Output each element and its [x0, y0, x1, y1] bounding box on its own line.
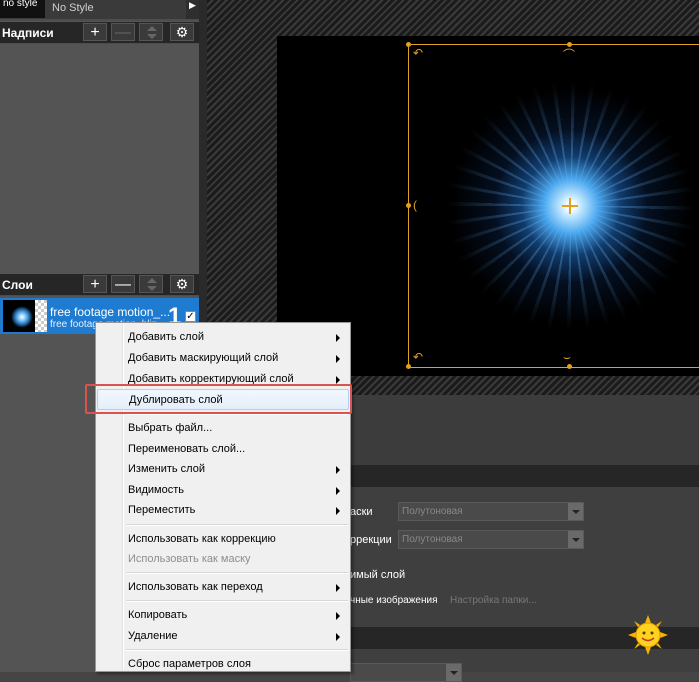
transparency-checker	[35, 300, 47, 332]
menu-item[interactable]: Использовать как коррекцию	[97, 529, 349, 550]
submenu-arrow-icon	[336, 376, 340, 384]
captions-settings-gear-icon[interactable]: ⚙	[170, 23, 194, 41]
menu-separator	[126, 649, 348, 651]
sun-emoticon-icon	[628, 615, 668, 655]
menu-item[interactable]: Копировать	[97, 605, 349, 626]
menu-item-label: Копировать	[128, 609, 188, 621]
menu-item[interactable]: Выбрать файл...	[97, 418, 349, 439]
correction-dropdown[interactable]: Полутоновая	[398, 530, 584, 549]
style-bar[interactable]: no style No Style ▶	[0, 0, 199, 19]
menu-item-label: Добавить маскирующий слой	[128, 352, 279, 364]
menu-item[interactable]: Добавить слой	[97, 327, 349, 348]
resize-handle-left[interactable]	[406, 203, 411, 208]
chevron-down-icon[interactable]	[568, 503, 583, 520]
menu-item: Использовать как маску	[97, 549, 349, 570]
correction-dropdown-value: Полутоновая	[402, 534, 463, 545]
style-thumbnail[interactable]: no style	[0, 0, 45, 18]
layers-title: Слои	[2, 278, 33, 292]
menu-separator	[126, 572, 348, 574]
chevron-down-icon[interactable]	[446, 664, 461, 681]
menu-item-label: Видимость	[128, 484, 184, 496]
menu-item-label: Переместить	[128, 504, 196, 516]
submenu-arrow-icon	[336, 334, 340, 342]
add-layer-button[interactable]: +	[83, 275, 107, 293]
submenu-arrow-icon	[336, 584, 340, 592]
selection-frame[interactable]: ↶ ⌒ ( ↶ ⌣	[406, 42, 699, 369]
layer-thumbnail	[3, 300, 47, 332]
mask-label: аски	[350, 506, 373, 518]
menu-item-label: Добавить слой	[128, 331, 204, 343]
layers-header: Слои + — ⚙	[0, 273, 199, 295]
captions-header: Надписи + — ⚙	[0, 21, 199, 43]
submenu-arrow-icon	[336, 612, 340, 620]
correction-label: ррекции	[350, 534, 392, 546]
menu-item[interactable]: Добавить маскирующий слой	[97, 348, 349, 369]
menu-item[interactable]: Переместить	[97, 500, 349, 521]
properties-header	[350, 465, 699, 487]
highlight-outline	[85, 384, 352, 414]
menu-item[interactable]: Видимость	[97, 480, 349, 501]
submenu-arrow-icon	[336, 507, 340, 515]
menu-item[interactable]: Переименовать слой...	[97, 439, 349, 460]
remove-layer-button[interactable]: —	[111, 275, 135, 293]
menu-item-label: Удаление	[128, 630, 178, 642]
layers-order-spinner-icon[interactable]	[139, 275, 163, 293]
rotate-handle-icon[interactable]: ⌒	[563, 49, 575, 61]
context-menu: Добавить слой Добавить маскирующий слой До…	[95, 322, 351, 672]
light-burst-thumbnail-icon	[11, 306, 33, 328]
menu-item-label: Использовать как маску	[128, 553, 251, 565]
menu-item-label: Использовать как переход	[128, 581, 263, 593]
rotate-handle-icon[interactable]: (	[413, 199, 417, 211]
add-caption-button[interactable]: +	[83, 23, 107, 41]
mask-dropdown[interactable]: Полутоновая	[398, 502, 584, 521]
menu-item-label: Выбрать файл...	[128, 422, 213, 434]
menu-separator	[126, 600, 348, 602]
captions-order-spinner-icon[interactable]	[139, 23, 163, 41]
resize-handle-bottom[interactable]	[567, 364, 572, 369]
images-label[interactable]: чные изображения	[350, 595, 438, 606]
menu-item[interactable]: Изменить слой	[97, 459, 349, 480]
resize-handle-tl[interactable]	[406, 42, 411, 47]
bottom-dropdown[interactable]	[350, 663, 462, 682]
mask-dropdown-value: Полутоновая	[402, 506, 463, 517]
remove-caption-button[interactable]: —	[111, 23, 135, 41]
menu-separator	[126, 524, 348, 526]
folder-settings-link[interactable]: Настройка папки...	[450, 595, 537, 606]
chevron-down-icon[interactable]	[568, 531, 583, 548]
menu-item-label: Изменить слой	[128, 463, 205, 475]
submenu-arrow-icon	[336, 487, 340, 495]
layer-name: free footage motion_...	[50, 305, 171, 319]
properties-panel: аски Полутоновая ррекции Полутоновая имы…	[350, 487, 699, 627]
menu-item-label: Переименовать слой...	[128, 443, 246, 455]
captions-title: Надписи	[2, 26, 54, 40]
rotate-handle-icon[interactable]: ⌣	[563, 351, 571, 363]
resize-handle-bl[interactable]	[406, 364, 411, 369]
captions-list[interactable]	[0, 44, 199, 274]
menu-item[interactable]: Удаление	[97, 626, 349, 647]
menu-item-label: Использовать как коррекцию	[128, 533, 276, 545]
submenu-arrow-icon	[336, 633, 340, 641]
submenu-arrow-icon	[336, 355, 340, 363]
style-expand-arrow-icon[interactable]: ▶	[186, 0, 199, 19]
style-name: No Style	[52, 2, 94, 14]
layer-visibility-checkbox[interactable]: ✓	[185, 311, 196, 322]
layers-settings-gear-icon[interactable]: ⚙	[170, 275, 194, 293]
visible-layer-label[interactable]: имый слой	[350, 569, 405, 581]
submenu-arrow-icon	[336, 466, 340, 474]
menu-item[interactable]: Использовать как переход	[97, 577, 349, 598]
center-crosshair-icon[interactable]	[562, 198, 578, 214]
rotate-handle-icon[interactable]: ↶	[413, 351, 423, 363]
resize-handle-top[interactable]	[567, 42, 572, 47]
rotate-handle-icon[interactable]: ↶	[413, 47, 423, 59]
